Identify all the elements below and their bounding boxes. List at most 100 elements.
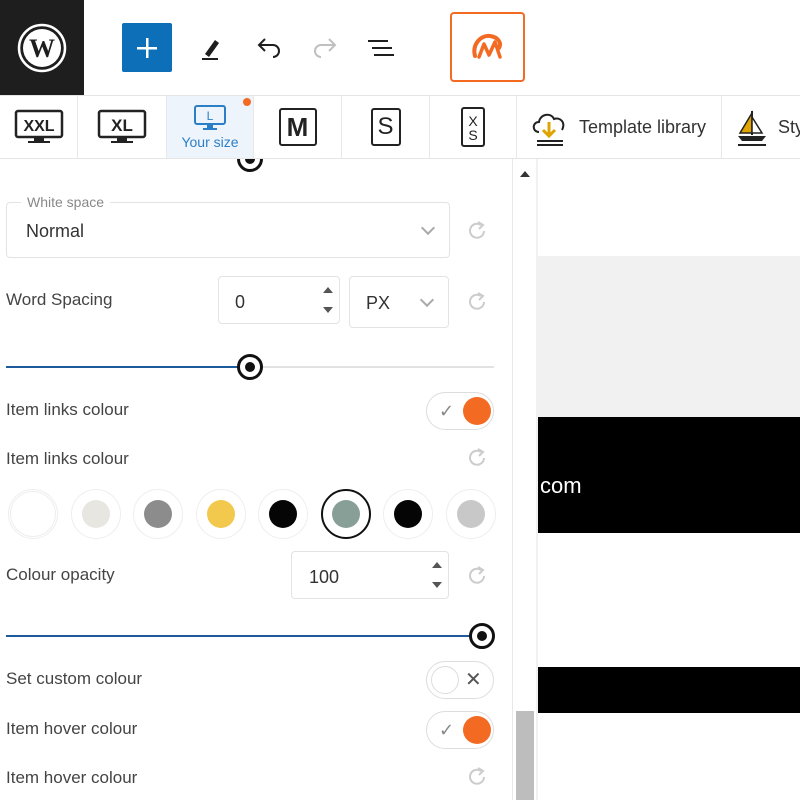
template-library-button[interactable]: Template library [517,96,722,158]
white-space-value: Normal [26,221,85,241]
word-spacing-unit-select[interactable]: PX [349,276,449,328]
styles-label: Sty [778,116,800,137]
colour-swatch-silver[interactable] [445,489,496,539]
white-space-legend: White space [21,194,111,210]
item-hover-colour-toggle[interactable]: ✓ [426,711,494,749]
tab-device-m[interactable]: M [254,96,342,158]
colour-swatch-fill [331,500,360,528]
colour-swatch-white[interactable] [8,489,58,539]
document-overview-button[interactable] [361,28,401,68]
colour-swatch-sage[interactable] [320,489,371,539]
colour-swatch-fill [144,500,172,528]
tab-device-xl[interactable]: XL [78,96,167,158]
reset-icon [469,767,485,785]
scroll-up-icon[interactable] [520,171,530,177]
size-xs-icon: XS [461,107,485,147]
plus-icon [137,37,157,58]
chevron-down-icon [419,292,435,308]
colour-swatch-grey[interactable] [133,489,183,539]
stepper-up-icon[interactable] [432,562,442,568]
word-spacing-label: Word Spacing [6,290,113,309]
preview-text: com [540,473,582,498]
reset-item-links-colour-button[interactable] [465,446,489,470]
colour-opacity-slider-thumb[interactable] [469,623,495,649]
svg-text:W: W [29,34,55,63]
item-hover-colour-picker-label: Item hover colour [6,768,138,787]
styles-button[interactable]: Sty [722,96,800,158]
stepper-down-icon[interactable] [323,307,333,313]
undo-button[interactable] [249,28,289,68]
tab-device-xs[interactable]: XS [430,96,517,158]
colour-opacity-value: 100 [309,567,340,587]
redo-button[interactable] [305,28,345,68]
cloud-download-icon [532,113,565,146]
toggle-knob [431,666,459,694]
template-library-label: Template library [579,116,707,137]
tab-device-s[interactable]: S [342,96,430,158]
stepper-up-icon[interactable] [323,287,333,293]
colour-opacity-slider-fill [6,635,482,637]
colour-swatch-fill [206,500,235,528]
item-hover-colour-label: Item hover colour [6,719,138,738]
colour-swatch-fill [394,500,422,528]
reset-word-spacing-button[interactable] [465,290,489,314]
wordpress-icon: W [17,23,67,72]
brand-plugin-button[interactable] [450,12,525,82]
check-icon: ✓ [439,720,455,740]
redo-icon [314,38,337,58]
chevron-down-icon [420,220,436,236]
colour-swatch-black[interactable] [258,489,308,539]
word-spacing-slider-fill [6,366,250,368]
active-indicator-dot [243,98,251,106]
brand-logo-icon [471,33,502,59]
item-links-colour-toggle[interactable]: ✓ [426,392,494,430]
sailboat-icon [738,110,766,146]
tools-button[interactable] [191,28,231,68]
reset-icon [469,292,485,310]
close-icon: ✕ [465,669,482,691]
colour-swatch-light-grey[interactable] [70,489,121,539]
editor-toolbar: W [0,0,800,95]
word-spacing-slider-thumb[interactable] [237,354,263,380]
preview-dark-bar [538,667,800,713]
colour-opacity-label: Colour opacity [6,565,115,584]
colour-swatch-fill [81,500,110,528]
colour-swatch-fill [269,500,297,528]
svg-text:XL: XL [111,116,133,135]
colour-swatch-black-2[interactable] [383,489,433,539]
toggle-knob [463,716,491,744]
your-size-label: Your size [181,134,239,150]
monitor-xxl-icon: XXL [14,109,63,143]
colour-swatch-fill [456,500,485,528]
panel-scrollbar[interactable] [512,159,536,800]
reset-icon [469,221,485,239]
word-spacing-unit-value: PX [366,293,391,313]
monitor-xl-icon: XL [97,109,147,143]
device-size-bar: XXL XL L Your size M S XS Template libra… [0,95,800,159]
set-custom-colour-toggle[interactable]: ✕ [426,661,494,699]
reset-white-space-button[interactable] [465,219,489,243]
add-block-button[interactable] [122,23,172,72]
tab-device-xxl[interactable]: XXL [0,96,78,158]
wordpress-logo[interactable]: W [0,0,84,95]
preview-dark-block: com [538,417,800,533]
preview-block [538,713,800,800]
colour-swatch-fill [10,491,56,537]
preview-canvas[interactable]: com [536,159,800,800]
word-spacing-input[interactable]: 0 [218,276,340,324]
scrollbar-thumb[interactable] [516,711,534,800]
svg-text:XXL: XXL [23,118,54,135]
size-m-icon: M [278,108,317,146]
colour-opacity-input[interactable]: 100 [291,551,449,599]
reset-colour-opacity-button[interactable] [465,564,489,588]
list-view-icon [368,40,394,56]
reset-item-hover-colour-button[interactable] [465,765,489,789]
white-space-select[interactable]: White space Normal [6,194,450,258]
tab-device-your-size[interactable]: L Your size [167,96,254,158]
colour-swatch-yellow[interactable] [195,489,246,539]
toggle-knob [463,397,491,425]
letter-spacing-slider-thumb[interactable] [237,159,263,172]
stepper-down-icon[interactable] [432,582,442,588]
check-icon: ✓ [439,401,455,421]
size-s-icon: S [370,108,401,146]
